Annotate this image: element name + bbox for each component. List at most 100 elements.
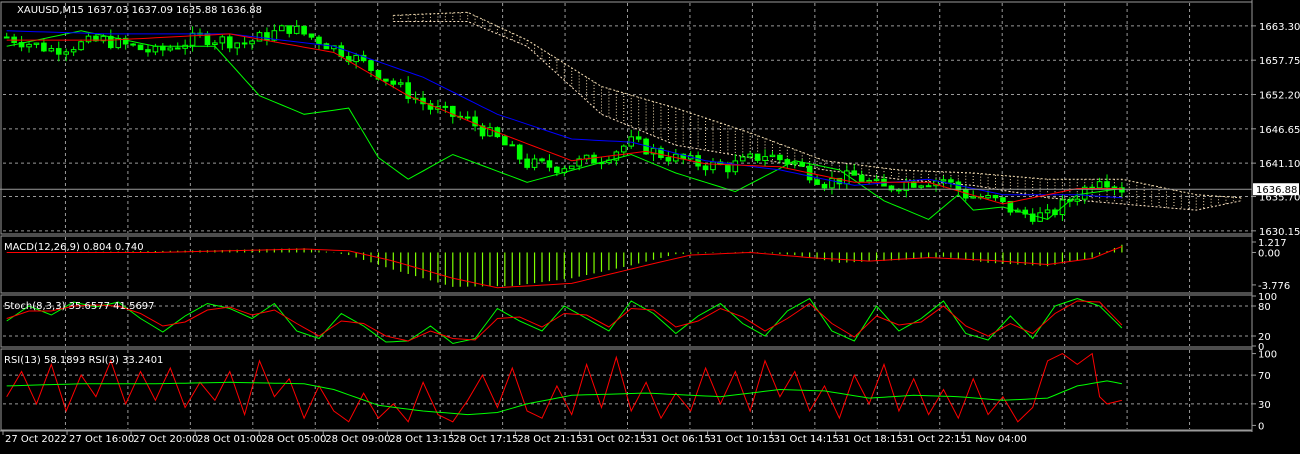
candle-body [130, 43, 136, 46]
candle-body [866, 180, 872, 183]
candle-body [777, 154, 783, 161]
candle-body [390, 80, 397, 85]
candle-body [264, 32, 270, 41]
candle-body [620, 145, 627, 153]
candle-body [829, 177, 835, 189]
candle-body [739, 156, 746, 162]
candle-body [55, 48, 62, 55]
price-tick-label: 1646.65 [1259, 125, 1300, 136]
candle-body [78, 41, 84, 51]
trading-terminal-chart: XAUUSD,M15 1637.03 1637.09 1635.88 1636.… [0, 0, 1300, 450]
candle-body [353, 54, 359, 63]
candle-body [464, 116, 471, 119]
candle-body [531, 158, 538, 168]
candle-body [108, 35, 114, 49]
candle-body [502, 136, 508, 146]
rsi-header: RSI(13) 58.1893 RSI(3) 33.2401 [4, 355, 163, 366]
time-label: 28 Oct 13:15 [389, 434, 454, 445]
time-label: 28 Oct 05:00 [261, 434, 326, 445]
candle-body [516, 144, 523, 160]
candle-body [226, 36, 233, 49]
current-price-tag: 1636.88 [1253, 183, 1299, 196]
candle-body [568, 165, 575, 170]
price-tick-label: 1652.20 [1259, 91, 1300, 102]
time-label: 31 Oct 22:15 [902, 434, 967, 445]
candle-body [241, 42, 248, 45]
candle-body [1111, 186, 1118, 189]
candle-body [799, 162, 806, 167]
time-label: 31 Oct 02:15 [581, 434, 646, 445]
symbol-header: XAUUSD,M15 1637.03 1637.09 1635.88 1636.… [17, 5, 262, 16]
time-label: 27 Oct 16:00 [69, 434, 134, 445]
macd-tick-label: -3.776 [1258, 281, 1290, 292]
candle-body [702, 165, 709, 171]
macd-tick-label: 1.217 [1258, 238, 1287, 249]
candle-body [769, 154, 776, 158]
candle-body [212, 42, 218, 46]
candle-body [821, 183, 828, 189]
candle-body [316, 36, 322, 45]
candle-body [278, 25, 285, 32]
candle-body [940, 179, 947, 182]
candle-body [63, 51, 69, 55]
rsi-tick-label: 0 [1258, 421, 1264, 432]
stoch-header: Stoch(8,3,3) 35.6577 41.5697 [4, 301, 155, 312]
candle-body [338, 45, 345, 58]
candle-body [308, 33, 315, 38]
macd-header: MACD(12,26,9) 0.804 0.740 [4, 242, 144, 253]
candle-body [3, 36, 10, 39]
time-label: 28 Oct 09:00 [325, 434, 390, 445]
candle-body [286, 25, 293, 34]
candle-body [234, 42, 240, 49]
time-label: 28 Oct 21:15 [517, 434, 582, 445]
candle-body [725, 164, 731, 173]
candle-body [174, 47, 181, 50]
price-tick-label: 1630.15 [1259, 227, 1300, 238]
candle-body [397, 82, 404, 85]
candle-body [524, 158, 530, 168]
candle-body [858, 174, 865, 183]
candle-body [152, 45, 159, 53]
candle-body [48, 48, 55, 52]
time-label: 28 Oct 01:00 [197, 434, 262, 445]
candle-body [896, 189, 902, 192]
candle-body [665, 157, 672, 162]
candle-body [985, 194, 991, 199]
chart-canvas[interactable]: XAUUSD,M15 1637.03 1637.09 1635.88 1636.… [0, 0, 1300, 450]
candle-body [873, 178, 880, 182]
candle-body [323, 43, 330, 50]
candle-body [591, 154, 597, 164]
candle-body [710, 161, 716, 171]
candle-body [732, 160, 739, 173]
price-tick-label: 1641.10 [1259, 159, 1300, 170]
candle-body [1000, 197, 1006, 202]
candle-body [546, 160, 553, 168]
candle-body [167, 47, 174, 51]
candle-body [970, 196, 977, 199]
candle-body [992, 194, 999, 199]
macd-tick-label: 0.00 [1258, 248, 1280, 259]
time-label: 31 Oct 10:15 [710, 434, 775, 445]
candle-body [635, 136, 642, 140]
time-label: 28 Oct 17:15 [453, 434, 518, 445]
candle-body [925, 185, 932, 188]
candle-body [851, 170, 858, 176]
time-label: 27 Oct 20:00 [133, 434, 198, 445]
rsi-tick-label: 30 [1258, 400, 1271, 411]
candle-body [1104, 181, 1110, 188]
time-label: 31 Oct 06:15 [646, 434, 711, 445]
candle-body [554, 166, 560, 173]
candle-body [747, 153, 753, 158]
candle-body [301, 25, 307, 35]
candle-body [145, 49, 151, 53]
candle-body [249, 40, 255, 45]
candle-body [1044, 209, 1051, 214]
candle-body [628, 136, 635, 147]
price-tick-label: 1657.75 [1259, 56, 1300, 67]
candle-body [85, 35, 92, 43]
candle-body [1096, 181, 1103, 189]
time-label: 31 Oct 18:15 [838, 434, 903, 445]
candle-body [137, 44, 144, 51]
candle-body [814, 179, 820, 185]
candle-body [762, 156, 768, 161]
